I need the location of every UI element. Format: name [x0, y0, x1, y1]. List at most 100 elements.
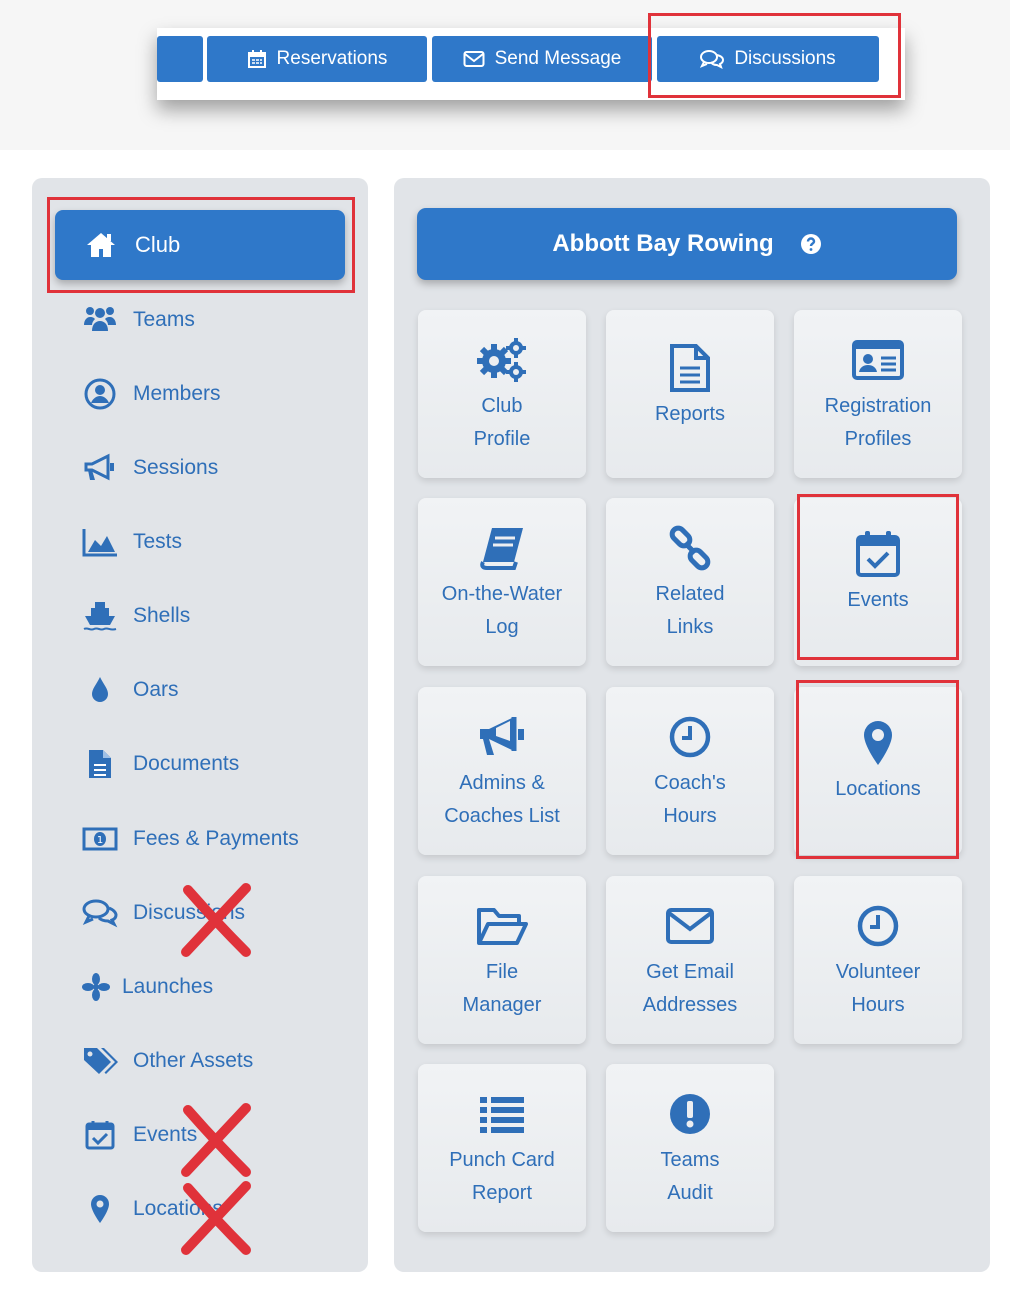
- megaphone-icon: [82, 450, 118, 486]
- envelope-icon: [665, 898, 715, 954]
- clock-icon: [668, 709, 712, 765]
- sidebar-item-members[interactable]: Members: [82, 374, 221, 414]
- sidebar-item-documents[interactable]: Documents: [82, 744, 239, 784]
- tab-discussions-label: Discussions: [734, 48, 836, 69]
- file-text-icon: [669, 340, 711, 396]
- tile-get-email-addresses-line2: Addresses: [642, 994, 738, 1016]
- sidebar-item-teams[interactable]: Teams: [82, 300, 195, 340]
- sidebar-item-teams-label: Teams: [133, 308, 195, 331]
- drop-icon: [82, 672, 118, 708]
- sidebar-item-fees-payments-label: Fees & Payments: [133, 827, 299, 850]
- tile-teams-audit-line2: Audit: [667, 1182, 713, 1204]
- link-icon: [667, 520, 713, 576]
- sidebar-item-events[interactable]: Events: [82, 1115, 197, 1155]
- gears-icon: [474, 332, 530, 388]
- sidebar-item-launches-label: Launches: [122, 975, 214, 998]
- comments-icon: [82, 895, 118, 931]
- calendar-check-icon: [854, 526, 902, 582]
- tile-punch-card-report-line1: Punch Card: [449, 1149, 555, 1171]
- megaphone-icon: [476, 709, 528, 765]
- comments-icon: [700, 50, 725, 69]
- ship-icon: [82, 598, 118, 634]
- tile-volunteer-hours[interactable]: Volunteer Hours: [794, 876, 962, 1044]
- tile-file-manager-line1: File: [485, 961, 519, 983]
- sidebar-item-locations-label: Locations: [133, 1197, 223, 1220]
- tile-related-links[interactable]: Related Links: [606, 498, 774, 666]
- tile-admins-coaches-list-line2: Coaches List: [444, 805, 560, 827]
- tile-coaches-hours[interactable]: Coach's Hours: [606, 687, 774, 855]
- sidebar-item-tests[interactable]: Tests: [82, 522, 182, 562]
- tile-get-email-addresses[interactable]: Get Email Addresses: [606, 876, 774, 1044]
- tile-on-the-water-log-line1: On-the-Water: [441, 583, 563, 605]
- tile-locations-line1: Locations: [835, 778, 921, 800]
- tile-events[interactable]: Events: [794, 498, 962, 666]
- sidebar-item-shells[interactable]: Shells: [82, 596, 190, 636]
- sidebar-item-oars-label: Oars: [133, 678, 179, 701]
- tile-club-profile-line1: Club: [481, 395, 523, 417]
- tile-teams-audit[interactable]: Teams Audit: [606, 1064, 774, 1232]
- tile-punch-card-report-line2: Report: [471, 1182, 533, 1204]
- envelope-icon: [463, 51, 485, 67]
- sidebar-item-other-assets[interactable]: Other Assets: [82, 1041, 253, 1081]
- tile-reports[interactable]: Reports: [606, 310, 774, 478]
- top-toolbar: Reservations Send Message Discussions: [157, 28, 905, 100]
- question-circle-icon[interactable]: [800, 233, 822, 255]
- sidebar: [32, 178, 368, 1272]
- sidebar-item-locations[interactable]: Locations: [82, 1189, 223, 1229]
- tile-registration-profiles[interactable]: Registration Profiles: [794, 310, 962, 478]
- id-card-icon: [851, 332, 905, 388]
- tile-events-line1: Events: [847, 589, 909, 611]
- sidebar-item-shells-label: Shells: [133, 604, 191, 627]
- club-title-bar: Abbott Bay Rowing: [417, 208, 957, 280]
- sidebar-item-launches[interactable]: Launches: [78, 967, 213, 1007]
- sidebar-item-discussions[interactable]: Discussions: [82, 893, 245, 933]
- tile-coaches-hours-line2: Hours: [663, 805, 717, 827]
- page-title: Abbott Bay Rowing: [552, 230, 774, 257]
- sidebar-item-discussions-label: Discussions: [133, 901, 246, 924]
- tile-on-the-water-log[interactable]: On-the-Water Log: [418, 498, 586, 666]
- tile-get-email-addresses-line1: Get Email: [646, 961, 734, 983]
- list-icon: [478, 1086, 526, 1142]
- sidebar-item-club[interactable]: Club: [55, 210, 345, 280]
- tile-club-profile-line2: Profile: [473, 428, 531, 450]
- tab-send-message[interactable]: Send Message: [432, 36, 652, 82]
- tile-related-links-line2: Links: [666, 616, 714, 638]
- tab-previous-partial[interactable]: [157, 36, 203, 82]
- tile-file-manager-line2: Manager: [462, 994, 542, 1016]
- tile-reports-line1: Reports: [654, 403, 726, 425]
- map-marker-icon: [861, 715, 895, 771]
- sidebar-item-fees-payments[interactable]: 1 Fees & Payments: [82, 819, 299, 859]
- sidebar-item-sessions[interactable]: Sessions: [82, 448, 218, 488]
- tile-club-profile[interactable]: Club Profile: [418, 310, 586, 478]
- sidebar-item-other-assets-label: Other Assets: [133, 1049, 254, 1072]
- tile-volunteer-hours-line2: Hours: [851, 994, 905, 1016]
- sidebar-item-events-label: Events: [133, 1123, 198, 1146]
- tile-file-manager[interactable]: File Manager: [418, 876, 586, 1044]
- tile-admins-coaches-list-line1: Admins &: [459, 772, 545, 794]
- sidebar-item-tests-label: Tests: [133, 530, 183, 553]
- tile-teams-audit-line1: Teams: [660, 1149, 720, 1171]
- tile-punch-card-report[interactable]: Punch Card Report: [418, 1064, 586, 1232]
- fan-icon: [78, 969, 114, 1005]
- svg-text:1: 1: [97, 835, 103, 846]
- tags-icon: [82, 1043, 118, 1079]
- sidebar-item-club-label: Club: [135, 232, 181, 257]
- calendar-icon: [247, 50, 266, 68]
- money-icon: 1: [82, 821, 118, 857]
- clock-icon: [856, 898, 900, 954]
- tile-coaches-hours-line1: Coach's: [654, 772, 726, 794]
- tab-discussions[interactable]: Discussions: [657, 36, 879, 82]
- tile-admins-coaches-list[interactable]: Admins & Coaches List: [418, 687, 586, 855]
- tile-registration-profiles-line1: Registration: [824, 395, 932, 417]
- tab-reservations[interactable]: Reservations: [207, 36, 427, 82]
- book-icon: [478, 520, 526, 576]
- tile-volunteer-hours-line1: Volunteer: [835, 961, 921, 983]
- sidebar-item-oars[interactable]: Oars: [82, 670, 179, 710]
- users-icon: [82, 302, 118, 338]
- tile-locations[interactable]: Locations: [794, 687, 962, 855]
- sidebar-item-members-label: Members: [133, 382, 221, 405]
- sidebar-item-documents-label: Documents: [133, 752, 240, 775]
- exclamation-circle-icon: [668, 1086, 712, 1142]
- tile-related-links-line1: Related: [655, 583, 725, 605]
- tab-send-message-label: Send Message: [494, 48, 622, 69]
